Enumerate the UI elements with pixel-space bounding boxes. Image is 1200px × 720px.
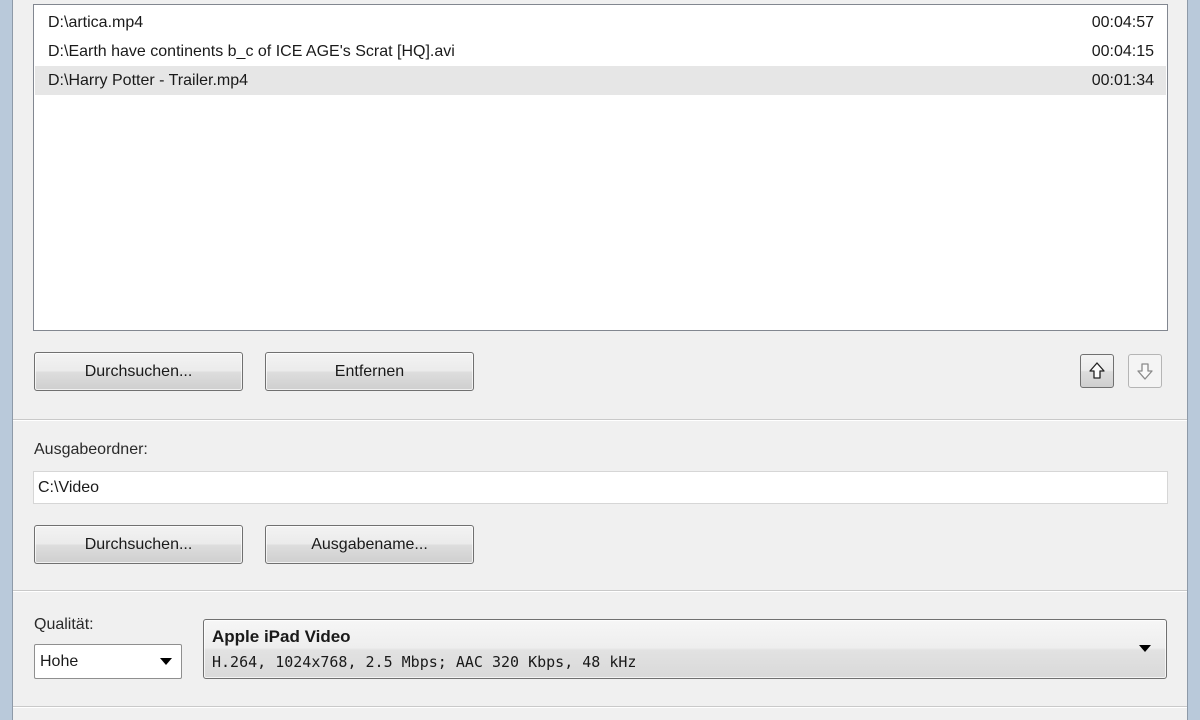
file-list[interactable]: D:\artica.mp4 00:04:57 D:\Earth have con…: [33, 4, 1168, 331]
preset-title: Apple iPad Video: [212, 627, 351, 646]
file-path: D:\artica.mp4: [48, 13, 144, 31]
chevron-down-icon: [1139, 645, 1151, 652]
file-row[interactable]: D:\artica.mp4 00:04:57: [35, 8, 1166, 37]
converter-window: D:\artica.mp4 00:04:57 D:\Earth have con…: [12, 0, 1188, 720]
arrow-down-icon: [1137, 363, 1153, 380]
output-folder-value: C:\Video: [38, 478, 100, 496]
file-row-selected[interactable]: D:\Harry Potter - Trailer.mp4 00:01:34: [35, 66, 1166, 95]
file-path: D:\Harry Potter - Trailer.mp4: [48, 71, 249, 89]
move-down-button[interactable]: [1128, 354, 1162, 388]
preset-description: H.264, 1024x768, 2.5 Mbps; AAC 320 Kbps,…: [212, 653, 637, 671]
browse-files-button[interactable]: Durchsuchen...: [34, 352, 243, 391]
remove-button[interactable]: Entfernen: [265, 352, 474, 391]
quality-selected-value: Hohe: [40, 652, 79, 670]
preset-select[interactable]: Apple iPad Video H.264, 1024x768, 2.5 Mb…: [203, 619, 1167, 679]
file-duration: 00:04:15: [1091, 42, 1154, 60]
output-name-button[interactable]: Ausgabename...: [265, 525, 474, 564]
move-up-button[interactable]: [1080, 354, 1114, 388]
arrow-up-icon: [1089, 362, 1105, 379]
quality-select[interactable]: Hohe: [34, 644, 182, 679]
file-duration: 00:04:57: [1091, 13, 1154, 31]
file-path: D:\Earth have continents b_c of ICE AGE'…: [48, 42, 455, 60]
output-folder-input[interactable]: C:\Video: [33, 471, 1168, 504]
separator: [13, 706, 1187, 708]
file-duration: 00:01:34: [1091, 71, 1154, 89]
separator: [13, 419, 1187, 421]
file-row[interactable]: D:\Earth have continents b_c of ICE AGE'…: [35, 37, 1166, 66]
quality-label: Qualität:: [34, 616, 94, 633]
output-folder-label: Ausgabeordner:: [34, 441, 148, 458]
browse-output-button[interactable]: Durchsuchen...: [34, 525, 243, 564]
chevron-down-icon: [160, 658, 172, 665]
separator: [13, 590, 1187, 592]
